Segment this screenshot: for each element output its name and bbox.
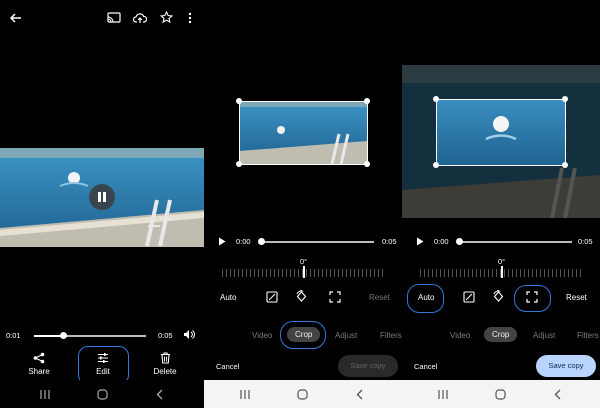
reset-button[interactable]: Reset (369, 293, 390, 302)
tab-adjust[interactable]: Adjust (335, 331, 357, 340)
auto-button[interactable]: Auto (220, 293, 236, 302)
viewer-panel: 0:01 0:05 Share Edit Delete (0, 0, 204, 408)
system-nav-bar (402, 380, 600, 408)
crop-handle-top-right[interactable] (562, 96, 568, 102)
current-time: 0:00 (434, 237, 449, 246)
crop-editor-before-panel: 0:00 0:05 0° Auto Reset Video Crop Adjus… (204, 0, 402, 408)
free-crop-icon[interactable] (329, 291, 341, 303)
back-nav-icon[interactable] (356, 389, 363, 400)
share-button[interactable]: Share (24, 352, 54, 376)
auto-highlight-annotation (407, 284, 444, 313)
play-icon[interactable] (416, 237, 424, 246)
crop-handle-bottom-right[interactable] (364, 161, 370, 167)
total-time: 0:05 (382, 237, 397, 246)
seek-thumb[interactable] (456, 238, 463, 245)
cast-icon[interactable] (107, 12, 121, 24)
current-time: 0:01 (6, 331, 21, 340)
recents-nav-icon[interactable] (40, 390, 50, 399)
tab-crop[interactable]: Crop (484, 327, 518, 342)
pause-button[interactable] (89, 184, 115, 210)
star-icon[interactable] (160, 11, 173, 24)
save-copy-button[interactable]: Save copy (536, 355, 596, 377)
rotate-icon[interactable] (295, 290, 308, 303)
save-copy-button[interactable]: Save copy (338, 355, 398, 377)
cancel-button[interactable]: Cancel (414, 362, 437, 371)
aspect-ratio-icon[interactable] (266, 291, 278, 303)
total-time: 0:05 (158, 331, 173, 340)
free-crop-highlight-annotation (514, 285, 551, 312)
crop-frame[interactable] (436, 99, 566, 166)
cloud-upload-icon[interactable] (133, 12, 147, 24)
crop-frame[interactable] (239, 101, 368, 165)
back-nav-icon[interactable] (156, 389, 163, 400)
home-nav-icon[interactable] (495, 389, 506, 400)
delete-label: Delete (153, 367, 177, 376)
more-vert-icon[interactable] (188, 12, 192, 24)
seek-bar[interactable] (34, 332, 146, 339)
recents-nav-icon[interactable] (438, 390, 448, 399)
seek-bar[interactable] (456, 238, 572, 245)
seek-bar-fill (34, 335, 64, 337)
home-nav-icon[interactable] (97, 389, 108, 400)
tab-video[interactable]: Video (450, 331, 470, 340)
dial-center-mark (303, 266, 305, 278)
back-arrow-icon[interactable] (9, 11, 23, 25)
volume-icon[interactable] (183, 329, 195, 340)
dial-center-mark (501, 266, 503, 278)
crop-handle-top-left[interactable] (236, 98, 242, 104)
crop-tab-highlight-annotation (280, 321, 326, 349)
aspect-ratio-icon[interactable] (463, 291, 475, 303)
angle-value: 0° (498, 257, 506, 266)
crop-handle-top-left[interactable] (433, 96, 439, 102)
trash-icon (160, 352, 171, 364)
crop-handle-bottom-right[interactable] (562, 162, 568, 168)
current-time: 0:00 (236, 237, 251, 246)
seek-bar[interactable] (258, 238, 374, 245)
tab-adjust[interactable]: Adjust (533, 331, 555, 340)
home-nav-icon[interactable] (297, 389, 308, 400)
play-icon[interactable] (218, 237, 226, 246)
total-time: 0:05 (578, 237, 593, 246)
share-label: Share (28, 367, 50, 376)
reset-button[interactable]: Reset (566, 293, 587, 302)
back-nav-icon[interactable] (554, 389, 561, 400)
tab-filters[interactable]: Filters (577, 331, 599, 340)
share-icon (33, 352, 45, 364)
crop-handle-bottom-left[interactable] (236, 161, 242, 167)
tab-filters[interactable]: Filters (380, 331, 402, 340)
angle-value: 0° (300, 257, 308, 266)
crop-editor-after-panel: 0:00 0:05 0° Auto Reset Video Crop Adjus… (402, 0, 600, 408)
seek-thumb[interactable] (258, 238, 265, 245)
crop-handle-bottom-left[interactable] (433, 162, 439, 168)
recents-nav-icon[interactable] (240, 390, 250, 399)
cancel-button[interactable]: Cancel (216, 362, 239, 371)
seek-thumb[interactable] (60, 332, 68, 339)
system-nav-bar (0, 380, 204, 408)
tab-video[interactable]: Video (252, 331, 272, 340)
system-nav-bar (204, 380, 402, 408)
delete-button[interactable]: Delete (150, 352, 180, 376)
rotate-icon[interactable] (492, 290, 505, 303)
crop-handle-top-right[interactable] (364, 98, 370, 104)
